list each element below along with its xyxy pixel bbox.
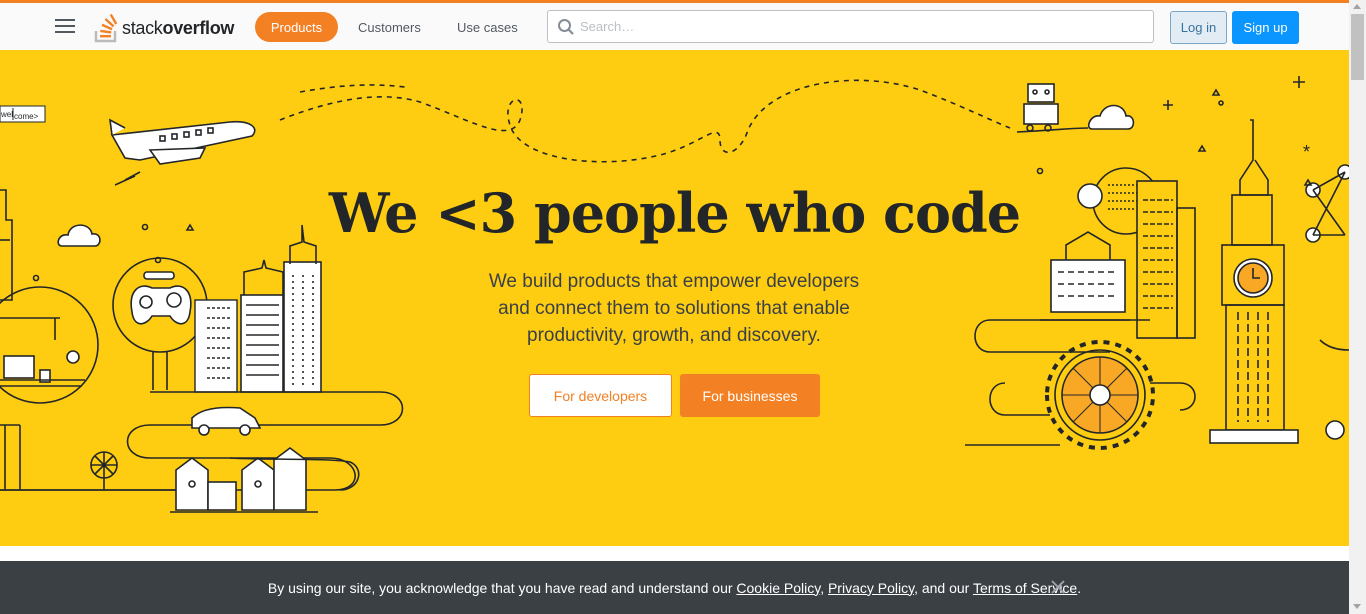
nav-customers[interactable]: Customers	[358, 12, 421, 42]
stackoverflow-logo-icon	[94, 13, 118, 43]
search-icon	[558, 19, 574, 35]
scrollbar-thumb[interactable]	[1351, 14, 1364, 80]
search-box[interactable]	[547, 10, 1154, 43]
svg-text:*: *	[1303, 142, 1310, 162]
logo-text: stackoverflow	[122, 17, 235, 38]
hero-title: We <3 people who code	[328, 181, 1021, 245]
scroll-up-arrow-icon[interactable]	[1353, 4, 1361, 9]
for-businesses-button[interactable]: For businesses	[680, 374, 820, 417]
page-scrollbar[interactable]	[1349, 0, 1366, 614]
hero-section: wel come> * We <3 people who code We bui…	[0, 50, 1349, 546]
big-ben-drawing	[1209, 119, 1299, 444]
robot-drawing	[1023, 83, 1059, 132]
hero-subtitle-line-3: productivity, growth, and discovery.	[527, 325, 821, 346]
hero-subtitle-line-2: and connect them to solutions that enabl…	[498, 298, 850, 319]
close-icon[interactable]	[1050, 579, 1066, 595]
nav-use-cases[interactable]: Use cases	[457, 12, 518, 42]
login-button[interactable]: Log in	[1170, 11, 1227, 44]
hero-subtitle: We build products that empower developer…	[474, 268, 874, 349]
hamburger-icon[interactable]	[55, 19, 75, 35]
top-bar: stackoverflow Products Customers Use cas…	[0, 0, 1349, 50]
cookie-text: By using our site, you acknowledge that …	[267, 579, 1082, 596]
search-input[interactable]	[580, 11, 1140, 42]
for-developers-button[interactable]: For developers	[529, 374, 672, 417]
site-logo[interactable]: stackoverflow	[94, 12, 234, 44]
welcome-sign-text-1: wel	[0, 110, 13, 119]
cookie-policy-link[interactable]: Cookie Policy	[736, 580, 820, 596]
privacy-policy-link[interactable]: Privacy Policy	[828, 580, 914, 596]
scroll-down-arrow-icon[interactable]	[1353, 604, 1361, 609]
welcome-sign-text-2: come>	[14, 112, 39, 121]
hero-subtitle-line-1: We build products that empower developer…	[488, 271, 860, 292]
airplane-drawing	[109, 118, 256, 186]
page: stackoverflow Products Customers Use cas…	[0, 0, 1366, 614]
nav-products[interactable]: Products	[255, 12, 338, 42]
cookie-banner: By using our site, you acknowledge that …	[0, 561, 1349, 614]
signup-button[interactable]: Sign up	[1232, 11, 1299, 44]
